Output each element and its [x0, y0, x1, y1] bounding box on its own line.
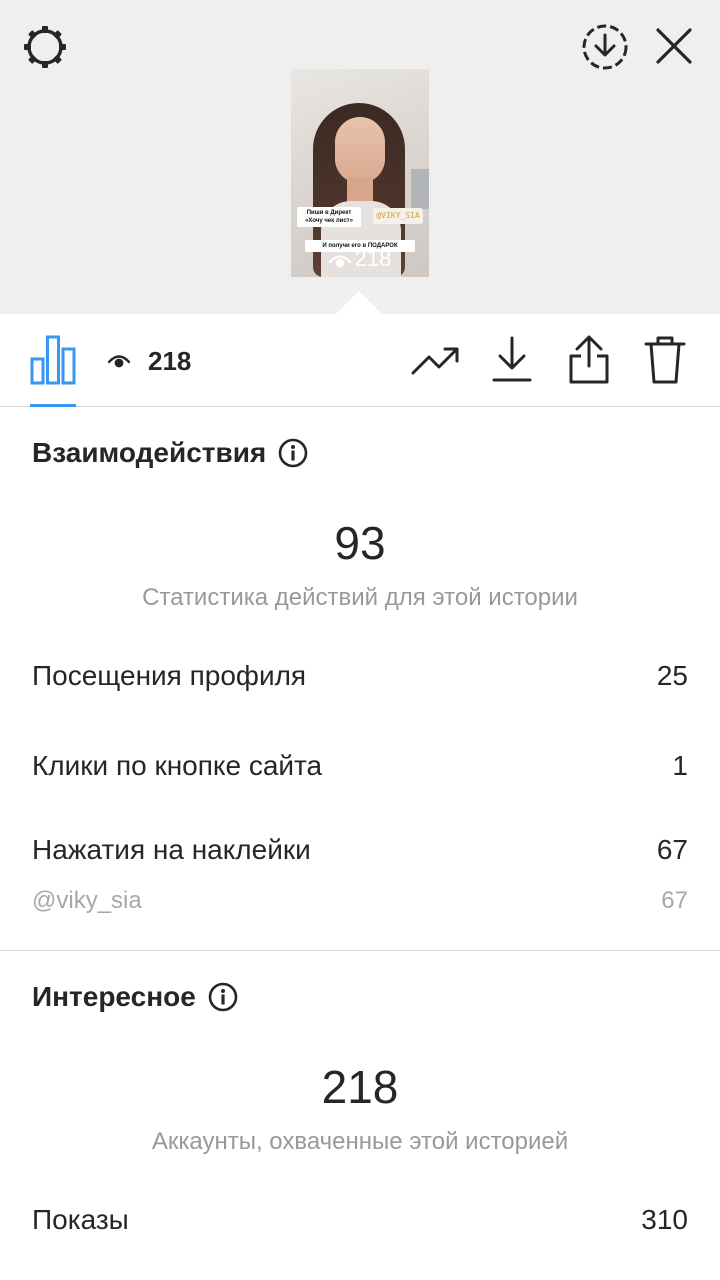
discovery-title: Интересное: [32, 981, 196, 1012]
download-circle-icon: [582, 24, 628, 70]
sticker-line-1: Пиши в Директ: [306, 210, 352, 216]
trash-icon: [644, 336, 686, 384]
discovery-info-button[interactable]: [208, 982, 238, 1012]
info-icon: [208, 982, 238, 1012]
mention-sticker: @VIKY_SIA: [373, 208, 423, 224]
stat-label: Показы: [32, 1204, 129, 1235]
story-toolbar: 218: [0, 314, 720, 407]
stat-row-profile-visits: Посещения профиля 25: [32, 656, 688, 696]
thumbnail-view-count: 218: [291, 245, 429, 273]
stat-row-sticker-taps: Нажатия на наклейки 67: [32, 830, 688, 870]
trending-up-icon: [411, 347, 459, 375]
discovery-header: Интересное: [32, 978, 238, 1016]
insights-tab[interactable]: [30, 334, 76, 386]
save-story-button[interactable]: [578, 20, 632, 74]
stat-label: Нажатия на наклейки: [32, 834, 311, 865]
bar-chart-icon: [30, 335, 76, 385]
share-button[interactable]: [566, 332, 612, 388]
interactions-total: 93: [334, 517, 386, 569]
close-button[interactable]: [650, 22, 698, 70]
background-frame: [411, 169, 429, 209]
info-icon: [278, 438, 308, 468]
discovery-total: 218: [321, 1061, 399, 1113]
eye-icon: [108, 355, 130, 368]
photo-face: [335, 117, 385, 183]
interactions-info-button[interactable]: [278, 438, 308, 468]
stat-sub-value: 67: [661, 887, 688, 914]
story-preview-area: Пиши в Директ «Хочу чек лист» @VIKY_SIA …: [0, 0, 720, 315]
stat-label: Клики по кнопке сайта: [32, 750, 323, 781]
sticker-line-2: «Хочу чек лист»: [305, 218, 353, 224]
interactions-title: Взаимодействия: [32, 437, 267, 468]
view-count-value: 218: [148, 345, 192, 376]
thumbnail-views-value: 218: [354, 246, 392, 271]
text-sticker: Пиши в Директ «Хочу чек лист»: [297, 207, 361, 227]
delete-button[interactable]: [642, 334, 688, 386]
promote-button[interactable]: [410, 336, 462, 386]
section-divider: [0, 950, 720, 951]
stat-value: 1: [672, 750, 688, 781]
stat-value: 67: [656, 834, 688, 865]
stat-value: 25: [656, 660, 688, 691]
thumbnail-pointer: [335, 291, 383, 315]
settings-button[interactable]: [20, 22, 70, 72]
viewers-button[interactable]: 218: [108, 344, 191, 378]
close-icon: [656, 28, 692, 64]
story-thumbnail[interactable]: Пиши в Директ «Хочу чек лист» @VIKY_SIA …: [291, 69, 429, 277]
gear-icon: [24, 26, 66, 68]
stat-row-impressions: Показы 310: [32, 1200, 688, 1240]
stat-value: 310: [641, 1204, 688, 1235]
share-icon: [569, 335, 609, 384]
stat-label: Посещения профиля: [32, 660, 307, 691]
interactions-header: Взаимодействия: [32, 434, 308, 472]
download-button[interactable]: [490, 332, 534, 386]
stat-row-website-clicks: Клики по кнопке сайта 1: [32, 746, 688, 786]
download-icon: [492, 336, 532, 382]
stat-subrow-mention-sticker: @viky_sia 67: [32, 884, 688, 918]
interactions-caption: Статистика действий для этой истории: [142, 584, 578, 611]
stat-sub-label: @viky_sia: [32, 887, 142, 914]
eye-icon: [328, 255, 351, 268]
discovery-caption: Аккаунты, охваченные этой историей: [151, 1128, 569, 1155]
active-tab-indicator: [30, 404, 76, 407]
